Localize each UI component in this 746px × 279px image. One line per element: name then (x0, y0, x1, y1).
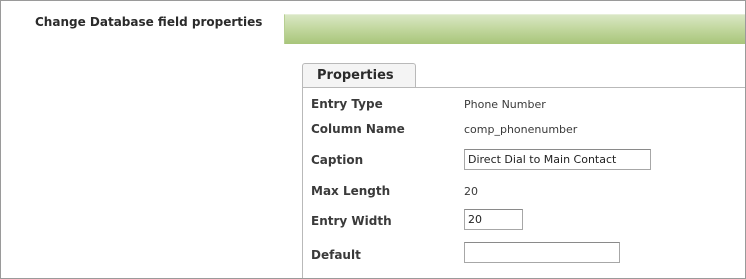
caption-input[interactable] (464, 149, 651, 170)
default-input[interactable] (464, 242, 620, 263)
entry-type-label: Entry Type (311, 97, 383, 111)
entry-width-label: Entry Width (311, 214, 392, 228)
page-title: Change Database field properties (35, 15, 263, 29)
entry-width-input[interactable] (464, 209, 523, 230)
tab-properties[interactable]: Properties (302, 63, 416, 88)
tab-properties-label: Properties (317, 68, 394, 83)
properties-panel: Entry Type Phone Number Column Name comp… (302, 87, 745, 278)
properties-window: Change Database field properties Propert… (0, 0, 746, 279)
column-name-value: comp_phonenumber (464, 123, 578, 136)
max-length-label: Max Length (311, 184, 391, 198)
header-bar (284, 14, 745, 44)
max-length-value: 20 (464, 185, 478, 198)
header-label-cell: Change Database field properties (1, 1, 282, 42)
caption-label: Caption (311, 153, 364, 167)
column-name-label: Column Name (311, 122, 405, 136)
default-label: Default (311, 248, 361, 262)
entry-type-value: Phone Number (464, 98, 546, 111)
